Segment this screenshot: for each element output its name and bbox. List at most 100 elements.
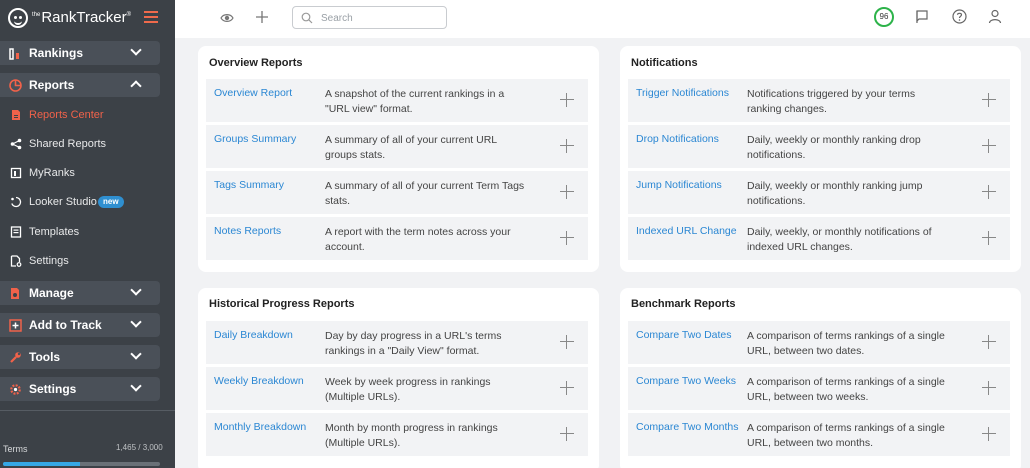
terms-progress-fill bbox=[3, 462, 80, 466]
template-icon bbox=[10, 226, 22, 238]
nav-item-shared-reports[interactable]: Shared Reports bbox=[0, 132, 175, 156]
report-link[interactable]: Monthly Breakdown bbox=[214, 421, 306, 433]
plus-icon[interactable] bbox=[255, 10, 269, 24]
add-report-icon[interactable] bbox=[560, 93, 574, 107]
chevron-down-icon bbox=[130, 380, 142, 392]
eye-icon[interactable] bbox=[220, 13, 234, 23]
myranks-icon bbox=[10, 167, 22, 179]
report-row[interactable]: Drop Notifications Daily, weekly or mont… bbox=[628, 125, 1010, 168]
nav-group-rankings[interactable]: Rankings bbox=[0, 41, 160, 65]
report-row[interactable]: Notes Reports A report with the term not… bbox=[206, 217, 588, 260]
report-link[interactable]: Tags Summary bbox=[214, 179, 284, 191]
report-row[interactable]: Weekly Breakdown Week by week progress i… bbox=[206, 367, 588, 410]
file-settings-icon bbox=[10, 255, 22, 267]
nav-group-settings[interactable]: Settings bbox=[0, 377, 160, 401]
report-description: A comparison of terms rankings of a sing… bbox=[747, 422, 945, 449]
add-report-icon[interactable] bbox=[982, 335, 996, 349]
report-link[interactable]: Overview Report bbox=[214, 87, 292, 99]
report-description: A snapshot of the current rankings in a … bbox=[325, 88, 505, 115]
report-link[interactable]: Jump Notifications bbox=[636, 179, 722, 191]
nav-item-report-settings[interactable]: Settings bbox=[0, 249, 175, 273]
chevron-down-icon bbox=[130, 44, 142, 56]
chevron-down-icon bbox=[130, 284, 142, 296]
nav-item-reports-center[interactable]: Reports Center bbox=[0, 103, 175, 127]
add-report-icon[interactable] bbox=[560, 231, 574, 245]
user-icon[interactable] bbox=[988, 9, 1002, 24]
search-icon bbox=[301, 12, 313, 24]
report-link[interactable]: Notes Reports bbox=[214, 225, 281, 237]
card-title: Notifications bbox=[631, 57, 698, 69]
report-link[interactable]: Compare Two Dates bbox=[636, 329, 732, 341]
report-row[interactable]: Compare Two Weeks A comparison of terms … bbox=[628, 367, 1010, 410]
report-row[interactable]: Groups Summary A summary of all of your … bbox=[206, 125, 588, 168]
add-report-icon[interactable] bbox=[560, 139, 574, 153]
add-report-icon[interactable] bbox=[560, 185, 574, 199]
notifications-card: Notifications Trigger Notifications Noti… bbox=[620, 46, 1021, 272]
report-row[interactable]: Monthly Breakdown Month by month progres… bbox=[206, 413, 588, 456]
report-row[interactable]: Daily Breakdown Day by day progress in a… bbox=[206, 321, 588, 364]
report-row[interactable]: Compare Two Dates A comparison of terms … bbox=[628, 321, 1010, 364]
report-description: Day by day progress in a URL's terms ran… bbox=[325, 330, 502, 357]
historical-reports-card: Historical Progress Reports Daily Breakd… bbox=[198, 288, 599, 468]
sidebar: theRankTracker® Rankings Reports Reports… bbox=[0, 0, 175, 468]
report-description: Daily, weekly or monthly ranking jump no… bbox=[747, 180, 923, 207]
nav-group-add-to-track[interactable]: Add to Track bbox=[0, 313, 160, 337]
report-description: Daily, weekly, or monthly notifications … bbox=[747, 226, 932, 253]
nav-group-label: Add to Track bbox=[29, 318, 102, 332]
chevron-down-icon bbox=[130, 316, 142, 328]
add-report-icon[interactable] bbox=[982, 427, 996, 441]
nav-item-templates[interactable]: Templates bbox=[0, 220, 175, 244]
score-badge[interactable]: 96 bbox=[874, 7, 894, 27]
report-row[interactable]: Tags Summary A summary of all of your cu… bbox=[206, 171, 588, 214]
report-row[interactable]: Jump Notifications Daily, weekly or mont… bbox=[628, 171, 1010, 214]
nav-group-label: Rankings bbox=[29, 46, 84, 60]
report-description: A summary of all of your current Term Ta… bbox=[325, 180, 525, 207]
add-report-icon[interactable] bbox=[982, 93, 996, 107]
chevron-up-icon bbox=[130, 80, 142, 92]
add-report-icon[interactable] bbox=[560, 381, 574, 395]
search-box[interactable] bbox=[292, 6, 447, 29]
benchmark-reports-card: Benchmark Reports Compare Two Dates A co… bbox=[620, 288, 1021, 468]
report-link[interactable]: Daily Breakdown bbox=[214, 329, 293, 341]
add-report-icon[interactable] bbox=[560, 427, 574, 441]
nav-item-myranks[interactable]: MyRanks bbox=[0, 161, 175, 185]
report-link[interactable]: Drop Notifications bbox=[636, 133, 719, 145]
report-row[interactable]: Overview Report A snapshot of the curren… bbox=[206, 79, 588, 122]
report-link[interactable]: Trigger Notifications bbox=[636, 87, 729, 99]
add-report-icon[interactable] bbox=[982, 139, 996, 153]
help-icon[interactable] bbox=[952, 9, 967, 24]
report-link[interactable]: Indexed URL Change bbox=[636, 225, 737, 237]
add-report-icon[interactable] bbox=[560, 335, 574, 349]
menu-toggle-icon[interactable] bbox=[144, 11, 158, 23]
add-report-icon[interactable] bbox=[982, 185, 996, 199]
nav-item-label: Reports Center bbox=[29, 109, 104, 121]
report-description: Daily, weekly or monthly ranking drop no… bbox=[747, 134, 921, 161]
nav-group-tools[interactable]: Tools bbox=[0, 345, 160, 369]
nav-item-label: MyRanks bbox=[29, 167, 75, 179]
pie-chart-icon bbox=[9, 79, 22, 92]
report-row[interactable]: Compare Two Months A comparison of terms… bbox=[628, 413, 1010, 456]
sidebar-divider bbox=[0, 410, 175, 411]
report-row[interactable]: Indexed URL Change Daily, weekly, or mon… bbox=[628, 217, 1010, 260]
report-description: A comparison of terms rankings of a sing… bbox=[747, 330, 945, 357]
nav-group-reports[interactable]: Reports bbox=[0, 73, 160, 97]
flag-icon[interactable] bbox=[915, 10, 929, 24]
card-title: Historical Progress Reports bbox=[209, 298, 355, 310]
gear-icon bbox=[10, 384, 21, 395]
nav-item-looker-studio[interactable]: Looker Studio new bbox=[0, 190, 175, 214]
nav-item-label: Shared Reports bbox=[29, 138, 107, 150]
report-description: Week by week progress in rankings (Multi… bbox=[325, 376, 491, 403]
nav-group-manage[interactable]: Manage bbox=[0, 281, 160, 305]
report-row[interactable]: Trigger Notifications Notifications trig… bbox=[628, 79, 1010, 122]
looker-icon bbox=[11, 196, 22, 208]
nav-group-label: Reports bbox=[29, 78, 75, 92]
add-report-icon[interactable] bbox=[982, 231, 996, 245]
report-link[interactable]: Weekly Breakdown bbox=[214, 375, 304, 387]
report-link[interactable]: Groups Summary bbox=[214, 133, 296, 145]
search-input[interactable] bbox=[321, 10, 441, 26]
report-link[interactable]: Compare Two Weeks bbox=[636, 375, 736, 387]
nav-item-label: Looker Studio bbox=[29, 196, 97, 208]
report-description: Notifications triggered by your terms ra… bbox=[747, 88, 916, 115]
report-link[interactable]: Compare Two Months bbox=[636, 421, 739, 433]
add-report-icon[interactable] bbox=[982, 381, 996, 395]
